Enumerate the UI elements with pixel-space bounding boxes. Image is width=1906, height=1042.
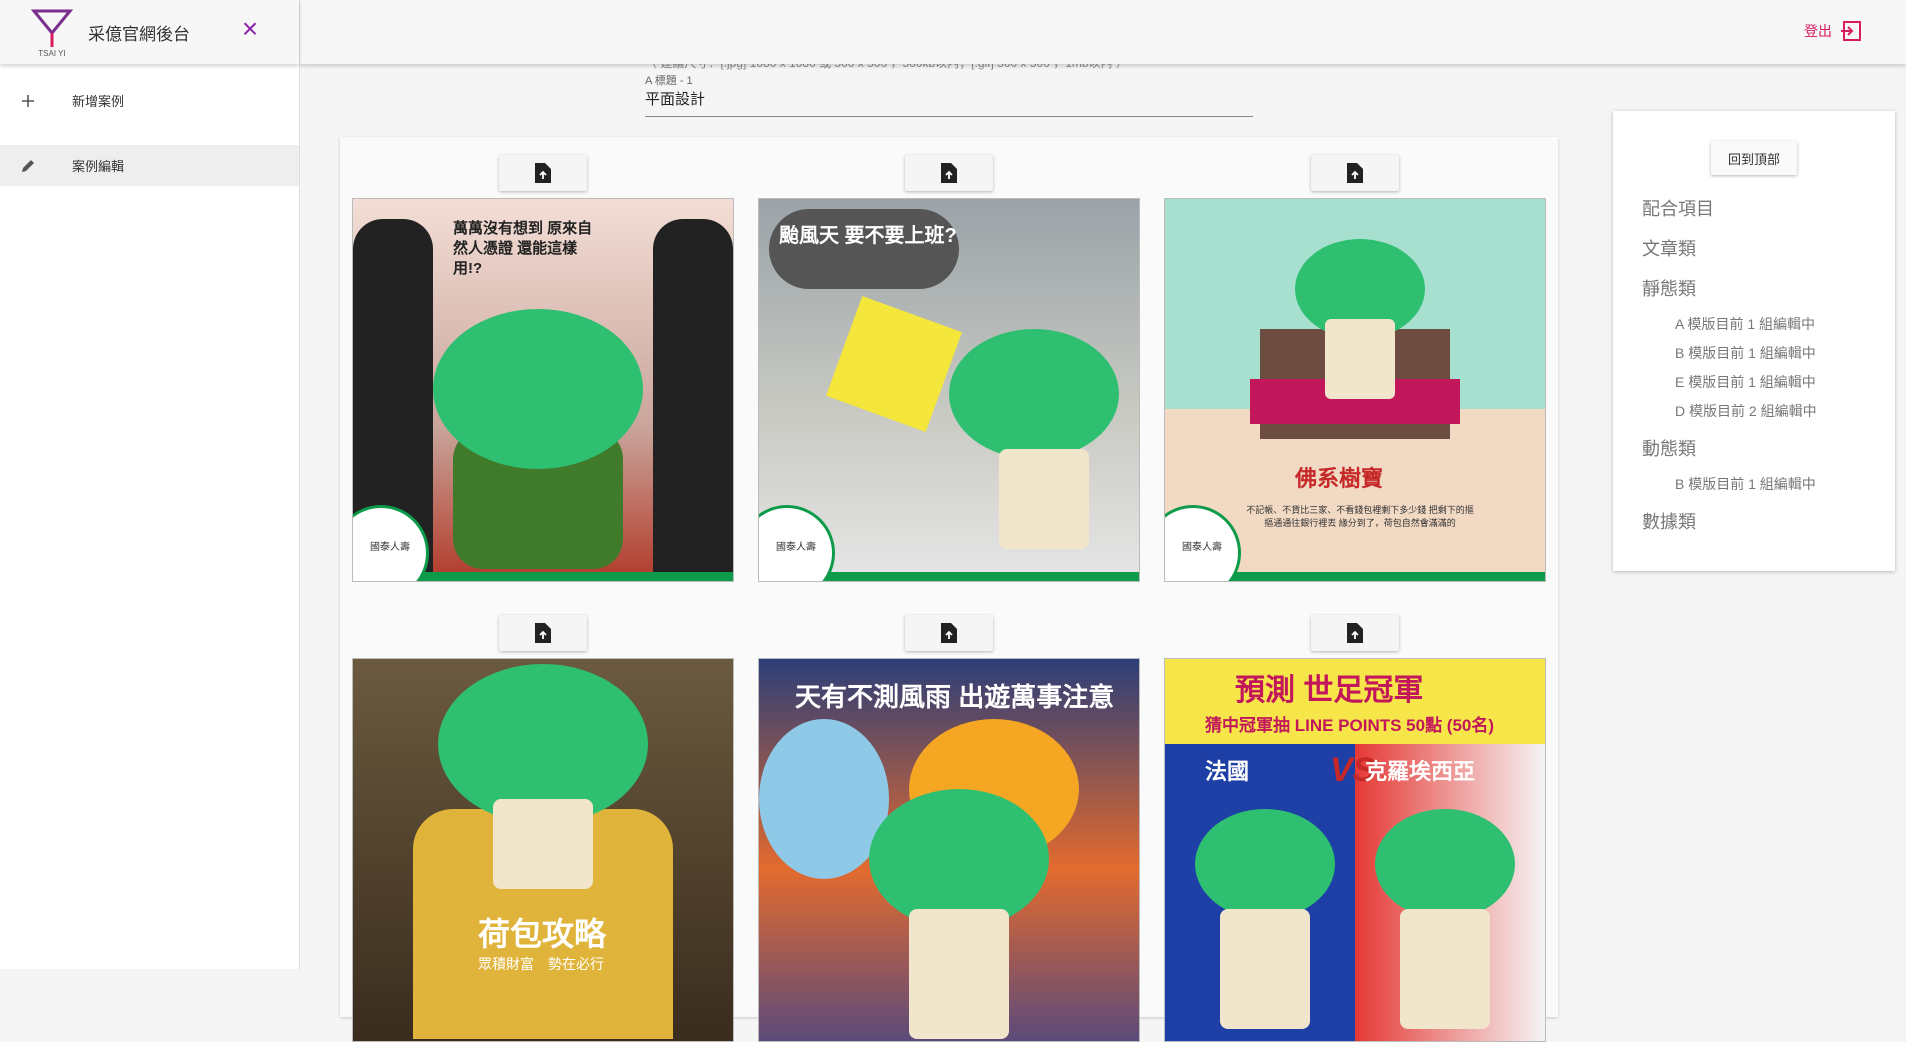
brand-name: 國泰人壽 xyxy=(776,542,816,553)
broccoli-character xyxy=(433,309,643,469)
upload-file-icon xyxy=(941,623,957,643)
thumbnail-caption: 預測 世足冠軍 xyxy=(1235,674,1424,707)
thumbnail-caption: 萬萬沒有想到 原來自然人憑證 還能這樣用!? xyxy=(453,220,593,277)
brand-badge: 國泰人壽 xyxy=(759,505,835,581)
team-left: 法國 xyxy=(1205,759,1250,784)
sidebar: TSAI YI 采億官網後台 × 新增案例 案例編輯 xyxy=(0,0,300,969)
upload-button[interactable] xyxy=(905,615,993,651)
upload-file-icon xyxy=(1347,163,1363,183)
upload-file-icon xyxy=(535,163,551,183)
upload-button[interactable] xyxy=(1311,615,1399,651)
thumbnail-subtext: 不記帳、不貨比三家、不看錢包裡剩下多少錢 把剩下的摳摳通通往銀行裡丟 緣分到了，… xyxy=(1246,505,1474,528)
design-thumbnail[interactable]: 天有不測風雨 出遊萬事注意 xyxy=(758,658,1140,1042)
character-face xyxy=(493,799,593,889)
thumbnail-caption: 颱風天 要不要上班? xyxy=(779,225,957,247)
upload-button[interactable] xyxy=(499,155,587,191)
team-right: 克羅埃西亞 xyxy=(1365,759,1476,784)
pencil-icon xyxy=(18,156,38,176)
broccoli-character xyxy=(1195,809,1335,919)
toc-category-data[interactable]: 數據類 xyxy=(1642,508,1696,534)
brand-name: 國泰人壽 xyxy=(370,542,410,553)
title-field-label: A 標題 - 1 xyxy=(645,75,693,87)
sidebar-header: TSAI YI 采億官網後台 × xyxy=(0,0,299,64)
back-to-top-button[interactable]: 回到頂部 xyxy=(1711,141,1797,175)
broccoli-character xyxy=(869,789,1049,929)
upload-file-icon xyxy=(941,163,957,183)
bodyguard-figure xyxy=(653,219,733,579)
design-thumbnail[interactable]: 荷包攻略 眾積財富 勢在必行 xyxy=(352,658,734,1042)
toc-sub-item[interactable]: D 模版目前 2 組編輯中 xyxy=(1675,401,1817,421)
broccoli-character xyxy=(1375,809,1515,919)
thumbnail-caption: 天有不測風雨 出遊萬事注意 xyxy=(795,682,1115,712)
character-face xyxy=(909,909,1009,1039)
design-thumbnail[interactable]: 佛系樹寶 不記帳、不貨比三家、不看錢包裡剩下多少錢 把剩下的摳摳通通往銀行裡丟 … xyxy=(1164,198,1546,582)
brand-badge: 國泰人壽 xyxy=(1165,505,1241,581)
thumbnail-subtext: 眾積財富 勢在必行 xyxy=(478,956,604,972)
character-face xyxy=(999,449,1089,549)
toc-category-static[interactable]: 靜態類 xyxy=(1642,275,1696,301)
thumbnail-caption: 佛系樹寶 xyxy=(1295,466,1384,491)
image-grid-card: 萬萬沒有想到 原來自然人憑證 還能這樣用!? 國泰人壽 颱風天 要不要上班? 國… xyxy=(340,137,1558,1042)
design-thumbnail[interactable]: 颱風天 要不要上班? 國泰人壽 xyxy=(758,198,1140,582)
brand-name: 國泰人壽 xyxy=(1182,542,1222,553)
title-field[interactable]: 平面設計 xyxy=(645,88,1253,117)
character-face xyxy=(1325,319,1395,399)
brand-logo: TSAI YI xyxy=(30,9,74,57)
table-of-contents: 回到頂部 配合項目 文章類 靜態類 A 模版目前 1 組編輯中 B 模版目前 1… xyxy=(1613,111,1895,571)
close-icon[interactable]: × xyxy=(238,15,262,43)
app-title: 采億官網後台 xyxy=(88,25,190,44)
toc-sub-item[interactable]: B 模版目前 1 組編輯中 xyxy=(1675,474,1816,494)
character-face xyxy=(1400,909,1490,1029)
design-thumbnail[interactable]: 萬萬沒有想到 原來自然人憑證 還能這樣用!? 國泰人壽 xyxy=(352,198,734,582)
toc-category-cooperation[interactable]: 配合項目 xyxy=(1642,195,1714,221)
upload-button[interactable] xyxy=(499,615,587,651)
speech-cloud xyxy=(769,209,959,289)
sidebar-item-label: 案例編輯 xyxy=(72,159,125,174)
toc-category-dynamic[interactable]: 動態類 xyxy=(1642,435,1696,461)
sidebar-item-label: 新增案例 xyxy=(72,94,125,109)
upload-file-icon xyxy=(1347,623,1363,643)
character-face xyxy=(1220,909,1310,1029)
upload-button[interactable] xyxy=(905,155,993,191)
sidebar-item-add-case[interactable]: 新增案例 xyxy=(0,80,299,121)
toc-category-article[interactable]: 文章類 xyxy=(1642,235,1696,261)
sidebar-item-edit-case[interactable]: 案例編輯 xyxy=(0,145,299,186)
thumbnail-subtext: 猜中冠軍抽 LINE POINTS 50點 (50名) xyxy=(1205,716,1495,735)
plus-icon xyxy=(18,91,38,111)
logout-label: 登出 xyxy=(1804,23,1832,39)
toc-sub-item[interactable]: E 模版目前 1 組編輯中 xyxy=(1675,372,1816,392)
top-bar: 登出 xyxy=(300,0,1906,64)
logout-button[interactable]: 登出 xyxy=(1804,20,1862,42)
toc-sub-item[interactable]: B 模版目前 1 組編輯中 xyxy=(1675,343,1816,363)
upload-button[interactable] xyxy=(1311,155,1399,191)
thumbnail-caption: 荷包攻略 xyxy=(478,916,607,952)
logout-icon xyxy=(1841,21,1861,41)
logo-text: TSAI YI xyxy=(38,49,65,57)
design-thumbnail[interactable]: 預測 世足冠軍 猜中冠軍抽 LINE POINTS 50點 (50名) 法國 V… xyxy=(1164,658,1546,1042)
upload-file-icon xyxy=(535,623,551,643)
broccoli-character xyxy=(949,329,1119,459)
toc-sub-item[interactable]: A 模版目前 1 組編輯中 xyxy=(1675,314,1815,334)
